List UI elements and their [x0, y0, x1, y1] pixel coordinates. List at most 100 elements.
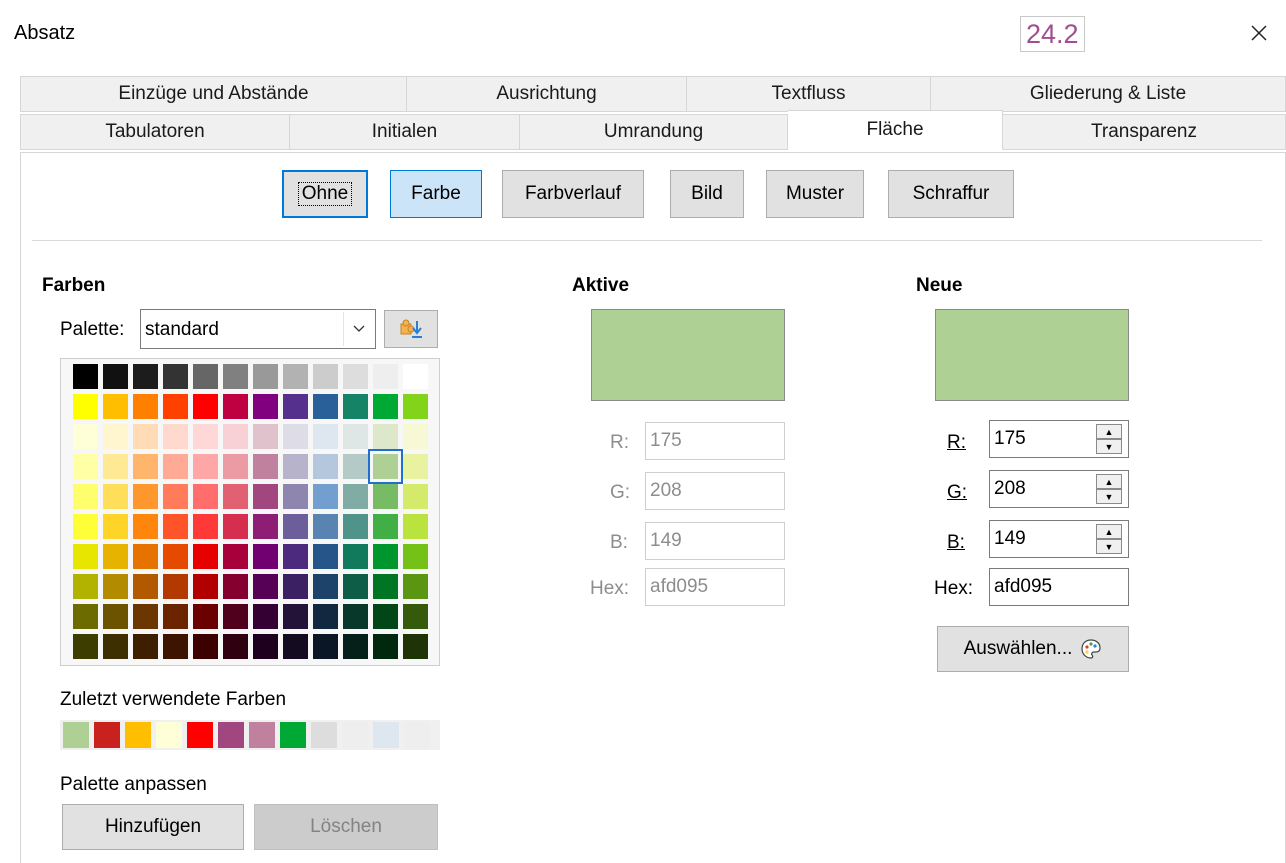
color-swatch[interactable]	[133, 604, 158, 629]
color-swatch[interactable]	[343, 514, 368, 539]
color-swatch[interactable]	[343, 394, 368, 419]
spin-down-icon[interactable]: ▼	[1096, 439, 1122, 454]
recent-color-swatch[interactable]	[94, 722, 120, 748]
color-swatch[interactable]	[163, 634, 188, 659]
color-swatch[interactable]	[313, 394, 338, 419]
color-swatch[interactable]	[373, 634, 398, 659]
color-swatch[interactable]	[193, 394, 218, 419]
color-swatch[interactable]	[133, 454, 158, 479]
color-swatch[interactable]	[313, 634, 338, 659]
color-swatch[interactable]	[403, 424, 428, 449]
color-swatch[interactable]	[368, 449, 403, 484]
color-swatch[interactable]	[313, 484, 338, 509]
color-swatch[interactable]	[403, 514, 428, 539]
color-swatch[interactable]	[313, 454, 338, 479]
color-swatch[interactable]	[73, 574, 98, 599]
color-swatch[interactable]	[343, 454, 368, 479]
palette-import-button[interactable]	[384, 310, 438, 348]
color-swatch[interactable]	[313, 574, 338, 599]
color-swatch[interactable]	[73, 514, 98, 539]
color-swatch[interactable]	[403, 394, 428, 419]
color-swatch[interactable]	[373, 364, 398, 389]
color-swatch[interactable]	[73, 394, 98, 419]
color-swatch[interactable]	[313, 424, 338, 449]
delete-color-button[interactable]: Löschen	[254, 804, 438, 850]
color-swatch[interactable]	[103, 544, 128, 569]
color-swatch[interactable]	[373, 544, 398, 569]
color-swatch[interactable]	[193, 634, 218, 659]
color-swatch[interactable]	[253, 394, 278, 419]
recent-color-swatch[interactable]	[280, 722, 306, 748]
recent-color-swatch[interactable]	[187, 722, 213, 748]
color-swatch[interactable]	[73, 364, 98, 389]
tab-textfluss[interactable]: Textfluss	[687, 76, 931, 112]
color-swatch[interactable]	[103, 424, 128, 449]
color-swatch[interactable]	[133, 574, 158, 599]
recent-color-swatch[interactable]	[342, 722, 368, 748]
color-swatch[interactable]	[103, 454, 128, 479]
color-swatch[interactable]	[373, 484, 398, 509]
color-swatch[interactable]	[193, 544, 218, 569]
color-swatch[interactable]	[283, 394, 308, 419]
color-swatch[interactable]	[163, 484, 188, 509]
color-swatch[interactable]	[103, 604, 128, 629]
spin-down-icon[interactable]: ▼	[1096, 539, 1122, 554]
color-swatch[interactable]	[223, 364, 248, 389]
color-swatch[interactable]	[283, 574, 308, 599]
bild-button[interactable]: Bild	[670, 170, 744, 218]
color-swatch[interactable]	[103, 634, 128, 659]
tab-umrandung[interactable]: Umrandung	[520, 114, 788, 150]
color-swatch[interactable]	[283, 454, 308, 479]
color-swatch[interactable]	[403, 484, 428, 509]
color-swatch[interactable]	[193, 574, 218, 599]
color-swatch[interactable]	[193, 484, 218, 509]
color-swatch[interactable]	[193, 454, 218, 479]
color-swatch[interactable]	[73, 544, 98, 569]
color-swatch[interactable]	[223, 514, 248, 539]
color-swatch[interactable]	[133, 514, 158, 539]
color-swatch[interactable]	[373, 604, 398, 629]
color-swatch[interactable]	[283, 364, 308, 389]
color-swatch[interactable]	[73, 604, 98, 629]
tab-flaeche[interactable]: Fläche	[788, 110, 1003, 150]
color-swatch[interactable]	[253, 574, 278, 599]
color-swatch[interactable]	[193, 604, 218, 629]
color-swatch[interactable]	[283, 634, 308, 659]
recent-color-swatch[interactable]	[404, 722, 430, 748]
close-button[interactable]	[1244, 18, 1274, 48]
color-swatch[interactable]	[253, 364, 278, 389]
color-swatch[interactable]	[103, 514, 128, 539]
color-swatch[interactable]	[193, 364, 218, 389]
color-swatch[interactable]	[73, 634, 98, 659]
color-swatch[interactable]	[403, 454, 428, 479]
tab-initialen[interactable]: Initialen	[290, 114, 520, 150]
neue-r-spinner[interactable]: ▲ ▼	[1096, 424, 1122, 454]
color-swatch[interactable]	[283, 514, 308, 539]
color-swatch[interactable]	[223, 604, 248, 629]
color-swatch[interactable]	[313, 364, 338, 389]
recent-color-swatch[interactable]	[156, 722, 182, 748]
color-swatch[interactable]	[283, 484, 308, 509]
tab-tabulatoren[interactable]: Tabulatoren	[20, 114, 290, 150]
color-swatch[interactable]	[343, 484, 368, 509]
color-swatch[interactable]	[223, 454, 248, 479]
color-swatch[interactable]	[163, 544, 188, 569]
color-swatch[interactable]	[163, 574, 188, 599]
neue-b-spinner[interactable]: ▲ ▼	[1096, 524, 1122, 554]
neue-hex-input[interactable]: afd095	[989, 568, 1129, 606]
color-swatch[interactable]	[163, 604, 188, 629]
color-swatch[interactable]	[133, 484, 158, 509]
color-swatch[interactable]	[343, 364, 368, 389]
color-swatch[interactable]	[253, 454, 278, 479]
color-swatch[interactable]	[133, 364, 158, 389]
recent-color-swatch[interactable]	[311, 722, 337, 748]
color-swatch[interactable]	[163, 364, 188, 389]
color-swatch[interactable]	[343, 544, 368, 569]
color-swatch[interactable]	[193, 514, 218, 539]
color-swatch[interactable]	[343, 574, 368, 599]
color-swatch[interactable]	[253, 544, 278, 569]
color-swatch[interactable]	[223, 424, 248, 449]
color-swatch[interactable]	[73, 454, 98, 479]
color-swatch[interactable]	[223, 634, 248, 659]
color-swatch[interactable]	[73, 484, 98, 509]
